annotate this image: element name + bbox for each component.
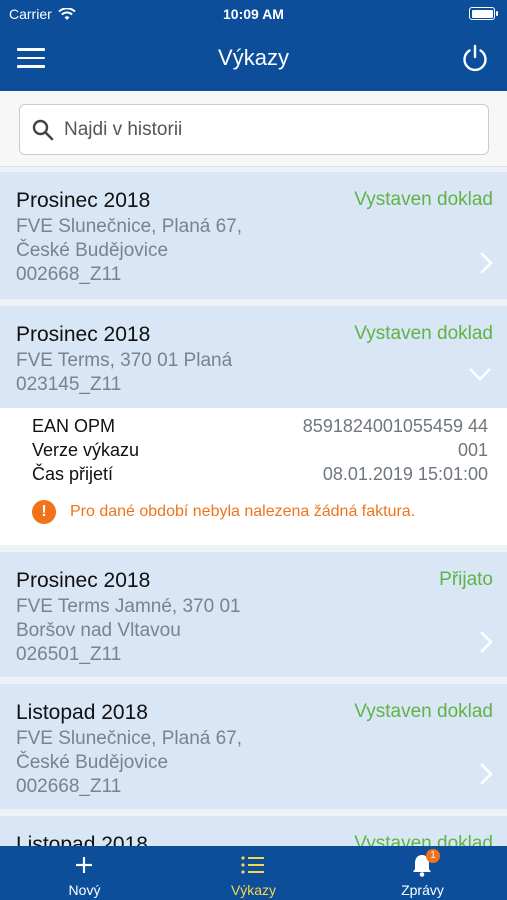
card-divider — [0, 809, 507, 816]
tab-label: Nový — [68, 882, 101, 898]
report-address-line-2: Boršov nad Vltavou — [16, 620, 181, 641]
clock: 10:09 AM — [223, 6, 284, 22]
warning-message: ! Pro dané období nebyla nalezena žádná … — [32, 500, 415, 524]
notification-badge: 1 — [426, 849, 440, 863]
report-code: 002668_Z11 — [16, 776, 122, 797]
navigation-bar: Výkazy — [0, 28, 507, 91]
power-logout-button[interactable] — [460, 43, 490, 73]
report-address-line-1: FVE Terms Jamné, 370 01 — [16, 596, 241, 617]
list-icon — [241, 856, 264, 874]
report-period: Listopad 2018 — [16, 701, 148, 724]
chevron-down-icon — [469, 368, 491, 381]
tab-bar: Nový Výkazy 1 Zprávy — [0, 846, 507, 900]
report-card[interactable]: Listopad 2018 Vystaven doklad FVE Sluneč… — [0, 684, 507, 809]
reports-list: Prosinec 2018 Vystaven doklad FVE Sluneč… — [0, 172, 507, 876]
report-code: 023145_Z11 — [16, 374, 122, 395]
report-card[interactable]: Prosinec 2018 Vystaven doklad FVE Sluneč… — [0, 172, 507, 299]
top-bar: Carrier 10:09 AM Výkazy — [0, 0, 507, 91]
detail-value: 08.01.2019 15:01:00 — [322, 464, 488, 484]
chevron-right-icon — [480, 252, 493, 274]
report-period: Prosinec 2018 — [16, 569, 151, 592]
card-divider — [0, 545, 507, 552]
report-address-line-2: České Budějovice — [16, 240, 169, 261]
report-code: 002668_Z11 — [16, 264, 122, 285]
tab-label: Zprávy — [401, 882, 444, 898]
plus-icon — [76, 857, 92, 873]
report-details-panel: EAN OPM 8591824001055459 44 Verze výkazu… — [0, 408, 507, 545]
report-period: Prosinec 2018 — [16, 189, 151, 212]
card-divider — [0, 299, 507, 306]
search-area — [0, 91, 507, 167]
chevron-right-icon — [480, 631, 493, 653]
detail-label: Čas přijetí — [32, 464, 114, 484]
battery-icon — [469, 7, 498, 20]
report-status: Přijato — [439, 569, 493, 590]
report-address-line-1: FVE Slunečnice, Planá 67, — [16, 216, 243, 237]
page-title: Výkazy — [218, 45, 289, 70]
search-input[interactable] — [64, 118, 464, 141]
report-period: Prosinec 2018 — [16, 323, 151, 346]
report-status: Vystaven doklad — [354, 189, 493, 210]
report-code: 026501_Z11 — [16, 644, 122, 665]
detail-value: 001 — [457, 440, 488, 460]
report-address-line-2: České Budějovice — [16, 752, 169, 773]
card-divider — [0, 677, 507, 684]
tab-reports[interactable]: Výkazy — [169, 846, 338, 900]
warning-icon: ! — [32, 500, 56, 524]
report-address-line-1: FVE Terms, 370 01 Planá — [16, 350, 233, 371]
report-address-line-1: FVE Slunečnice, Planá 67, — [16, 728, 243, 749]
report-status: Vystaven doklad — [354, 323, 493, 344]
search-icon — [32, 119, 54, 140]
status-bar: Carrier 10:09 AM — [0, 0, 507, 28]
detail-label: EAN OPM — [32, 416, 116, 436]
tab-new[interactable]: Nový — [0, 846, 169, 900]
tab-messages[interactable]: 1 Zprávy — [338, 846, 507, 900]
chevron-right-icon — [480, 763, 493, 785]
warning-text: Pro dané období nebyla nalezena žádná fa… — [70, 503, 416, 520]
tab-label: Výkazy — [230, 882, 277, 898]
search-box[interactable] — [19, 104, 489, 155]
report-status: Vystaven doklad — [354, 701, 493, 722]
report-card-expanded[interactable]: Prosinec 2018 Vystaven doklad FVE Terms,… — [0, 306, 507, 408]
report-card[interactable]: Prosinec 2018 Přijato FVE Terms Jamné, 3… — [0, 552, 507, 677]
detail-label: Verze výkazu — [32, 440, 140, 460]
detail-value: 8591824001055459 44 — [302, 416, 488, 436]
